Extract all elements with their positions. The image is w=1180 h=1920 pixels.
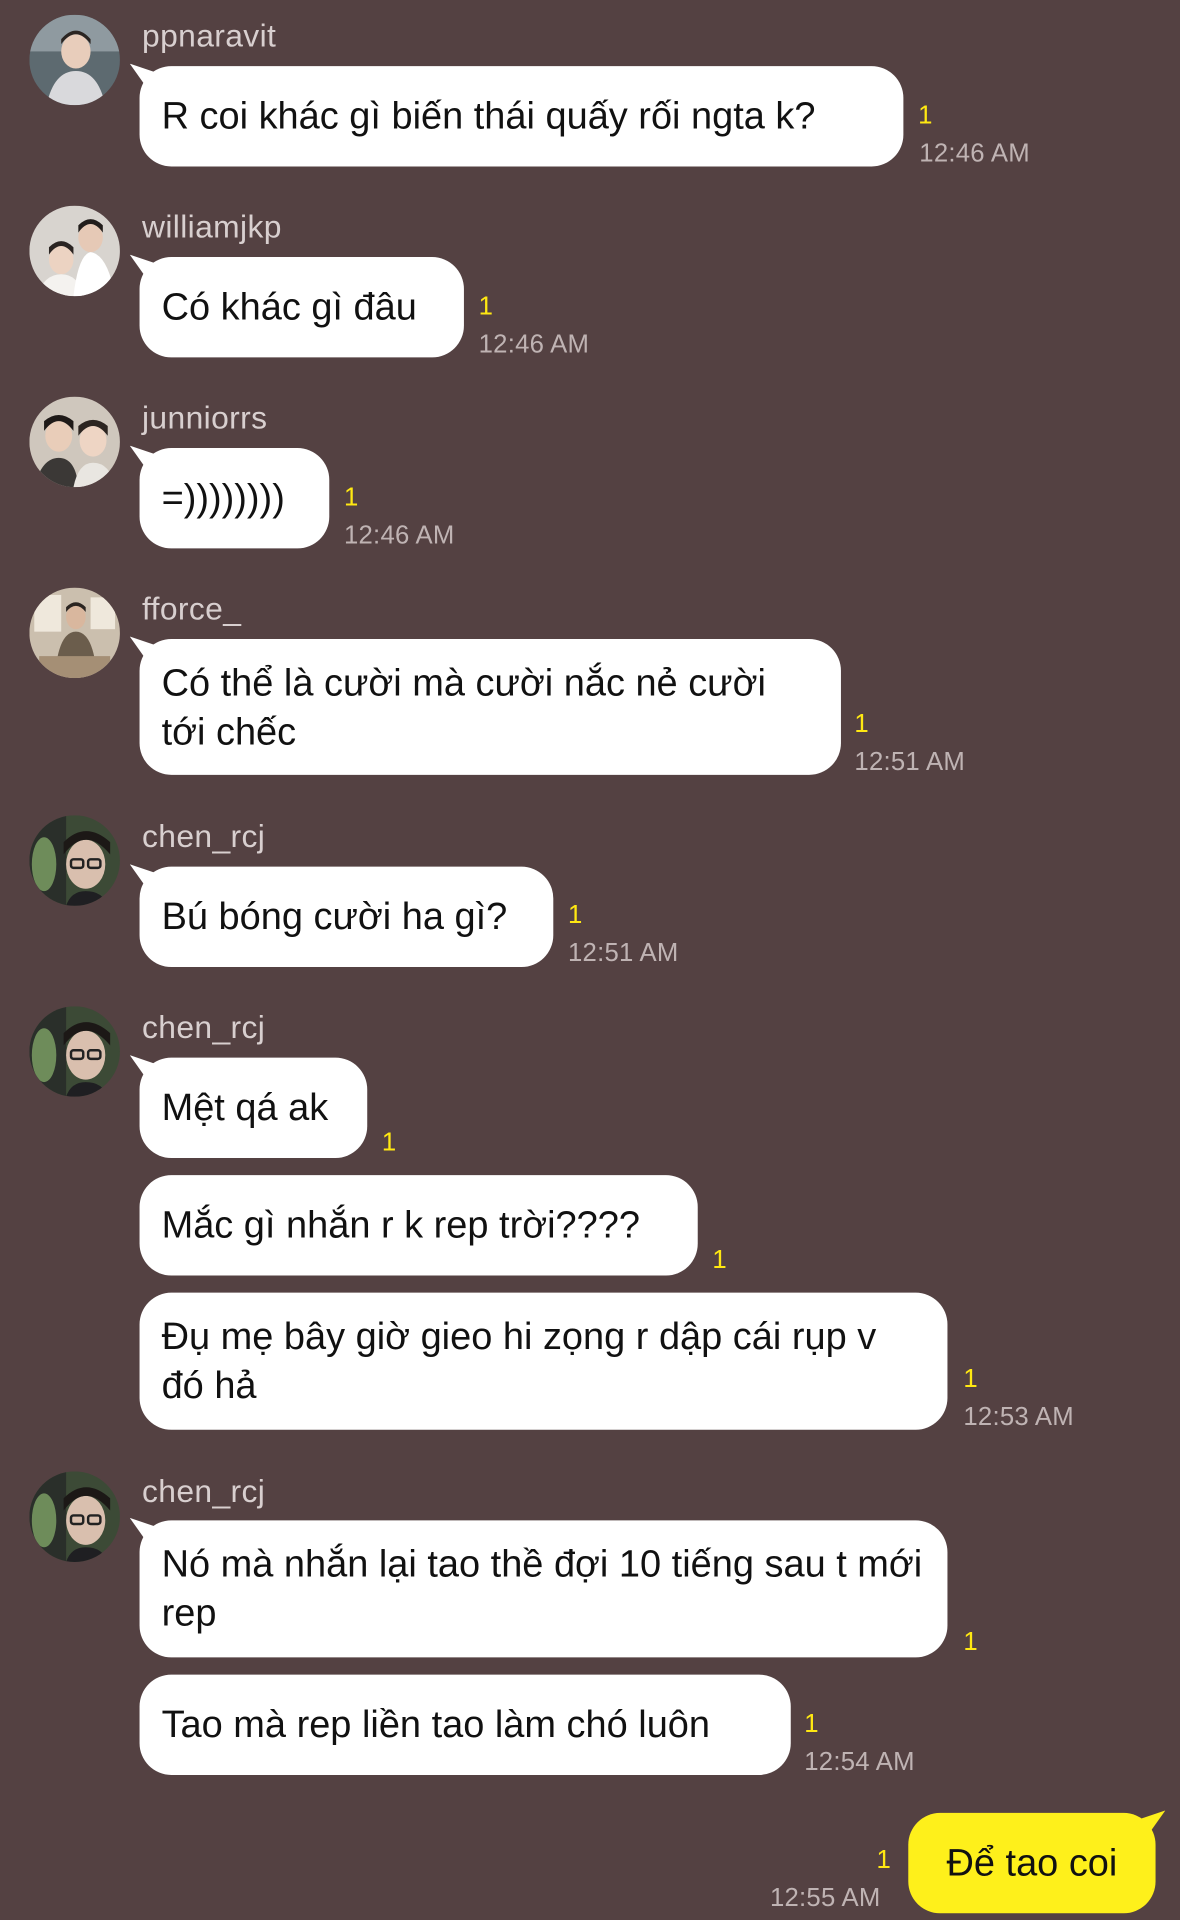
unread-count: 1: [854, 709, 869, 739]
message-text: Bú bóng cười ha gì?: [161, 894, 508, 938]
message-bubble[interactable]: Có thể là cười mà cười nắc nẻ cười tới c…: [139, 638, 841, 775]
message-text: Có khác gì đâu: [161, 285, 417, 329]
unread-count: 1: [343, 483, 359, 512]
avatar[interactable]: [29, 1006, 120, 1097]
sender-name: chen_rcj: [141, 1008, 266, 1046]
unread-count: 1: [963, 1364, 978, 1394]
profile-photo-icon: [29, 396, 120, 488]
message-text: =)))))))): [161, 476, 285, 520]
avatar[interactable]: [29, 815, 120, 906]
message-bubble[interactable]: Đụ mẹ bây giờ gieo hi zọng r dập cái rụp…: [139, 1292, 948, 1430]
message-timestamp: 12:46 AM: [919, 139, 1030, 168]
profile-photo-icon: [29, 587, 120, 679]
message-bubble[interactable]: Tao mà rep liền tao làm chó luôn: [139, 1674, 791, 1775]
profile-photo-icon: [29, 1006, 120, 1097]
sender-name: williamjkp: [141, 208, 282, 245]
message-text: Mệt qá ak: [161, 1085, 329, 1129]
sender-name: junniorrs: [141, 399, 268, 436]
message-bubble[interactable]: Có khác gì đâu: [139, 257, 464, 358]
profile-photo-icon: [29, 1471, 120, 1562]
avatar[interactable]: [29, 396, 120, 488]
message-timestamp: 12:46 AM: [478, 330, 590, 359]
message-text: Đụ mẹ bây giờ gieo hi zọng r dập cái rụp…: [161, 1314, 877, 1407]
unread-count: 1: [804, 1710, 819, 1739]
avatar[interactable]: [29, 205, 120, 297]
avatar[interactable]: [29, 14, 120, 106]
message-bubble[interactable]: Mệt qá ak: [139, 1057, 368, 1158]
message-bubble[interactable]: Nó mà nhắn lại tao thề đợi 10 tiếng sau …: [139, 1520, 948, 1658]
message-text: Để tao coi: [946, 1841, 1118, 1884]
message-bubble[interactable]: =)))))))): [139, 448, 330, 549]
profile-photo-icon: [29, 14, 120, 106]
message-bubble-outgoing[interactable]: Để tao coi: [908, 1812, 1156, 1914]
message-timestamp: 12:55 AM: [769, 1883, 881, 1913]
profile-photo-icon: [29, 815, 120, 906]
sender-name: ppnaravit: [141, 17, 277, 54]
unread-count: 1: [567, 900, 583, 930]
unread-count: 1: [876, 1845, 891, 1875]
message-timestamp: 12:51 AM: [854, 747, 965, 777]
message-bubble[interactable]: Bú bóng cười ha gì?: [139, 866, 554, 968]
unread-count: 1: [381, 1128, 397, 1157]
message-timestamp: 12:54 AM: [804, 1748, 915, 1777]
message-text: Tao mà rep liền tao làm chó luôn: [161, 1702, 711, 1746]
message-timestamp: 12:53 AM: [963, 1402, 1074, 1431]
sender-name: chen_rcj: [141, 1472, 266, 1510]
sender-name: fforce_: [141, 590, 242, 627]
avatar[interactable]: [29, 587, 120, 679]
avatar[interactable]: [29, 1471, 120, 1562]
message-text: R coi khác gì biến thái quấy rối ngta k?: [161, 94, 816, 138]
message-text: Có thể là cười mà cười nắc nẻ cười tới c…: [161, 660, 766, 753]
message-text: Nó mà nhắn lại tao thề đợi 10 tiếng sau …: [161, 1542, 923, 1635]
chat-screen: ppnaravit R coi khác gì biến thái quấy r…: [0, 0, 1180, 1919]
unread-count: 1: [963, 1628, 978, 1657]
message-timestamp: 12:46 AM: [343, 521, 455, 550]
profile-photo-icon: [29, 205, 120, 297]
unread-count: 1: [918, 101, 933, 130]
message-timestamp: 12:51 AM: [567, 938, 679, 968]
unread-count: 1: [712, 1246, 727, 1275]
message-bubble[interactable]: R coi khác gì biến thái quấy rối ngta k?: [139, 66, 904, 167]
message-text: Mắc gì nhắn r k rep trời????: [161, 1203, 640, 1247]
sender-name: chen_rcj: [141, 817, 266, 855]
unread-count: 1: [478, 292, 493, 321]
message-bubble[interactable]: Mắc gì nhắn r k rep trời????: [139, 1175, 698, 1276]
